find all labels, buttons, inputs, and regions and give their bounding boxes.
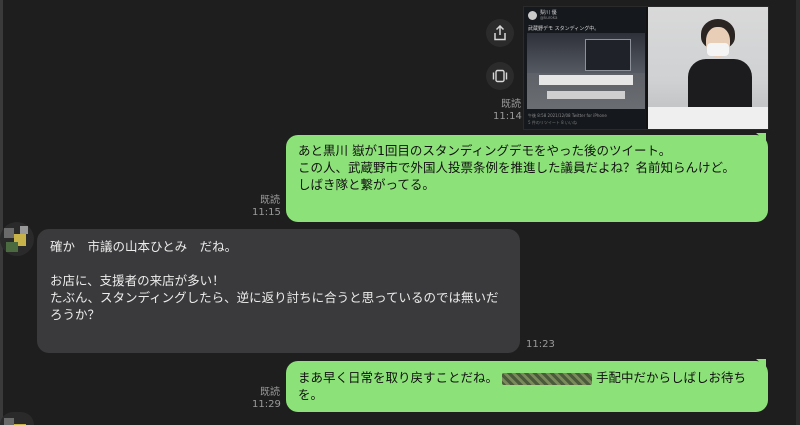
tweet-meta: 午後 8:58 2021/12/08 Twitter for iPhone xyxy=(528,113,607,118)
sent-message-1[interactable]: あと黒川 嶽が1回目のスタンディングデモをやった後のツイート。 この人、武蔵野市… xyxy=(286,135,768,222)
avatar-partial[interactable] xyxy=(0,412,34,425)
tweet-avatar xyxy=(528,11,537,20)
gallery-icon xyxy=(492,69,508,83)
received-message[interactable]: 確か 市議の山本ひとみ だね。 お店に、支援者の来店が多い！ たぶん、スタンディ… xyxy=(37,229,520,353)
sent-tail-1 xyxy=(756,133,766,141)
shared-image[interactable]: 梨川 優 @kuroka 武蔵野デモ スタンディング中。 午後 8:58 202… xyxy=(523,6,769,130)
msg1-timestamp: 11:15 xyxy=(252,207,281,218)
tweet-text: 武蔵野デモ スタンディング中。 xyxy=(528,26,600,32)
tweet-photo xyxy=(527,33,645,109)
tweet-screenshot: 梨川 優 @kuroka 武蔵野デモ スタンディング中。 午後 8:58 202… xyxy=(524,7,646,129)
right-edge xyxy=(796,0,800,425)
share-button[interactable] xyxy=(486,19,514,47)
sent-message-2-part1: まあ早く日常を取り戻すことだね。 xyxy=(298,370,499,385)
person-photo xyxy=(648,7,768,129)
share-icon xyxy=(494,25,506,41)
left-edge xyxy=(0,0,3,425)
sent-tail-2 xyxy=(756,359,766,367)
tweet-handle: @kuroka xyxy=(540,15,558,20)
msg2-read-receipt: 既読 xyxy=(260,387,280,398)
sent-message-2[interactable]: まあ早く日常を取り戻すことだね。 手配中だからしばしお待ちを。 xyxy=(286,361,768,412)
avatar[interactable] xyxy=(0,222,34,256)
image-timestamp: 11:14 xyxy=(493,111,522,122)
received-timestamp: 11:23 xyxy=(526,339,555,350)
msg1-read-receipt: 既読 xyxy=(260,195,280,206)
tweet-stats: 5 件のリツイート 8 いいね xyxy=(528,120,577,125)
image-read-receipt: 既読 xyxy=(501,99,521,110)
msg2-timestamp: 11:29 xyxy=(252,399,281,410)
gallery-button[interactable] xyxy=(486,62,514,90)
censored-text xyxy=(502,372,593,385)
